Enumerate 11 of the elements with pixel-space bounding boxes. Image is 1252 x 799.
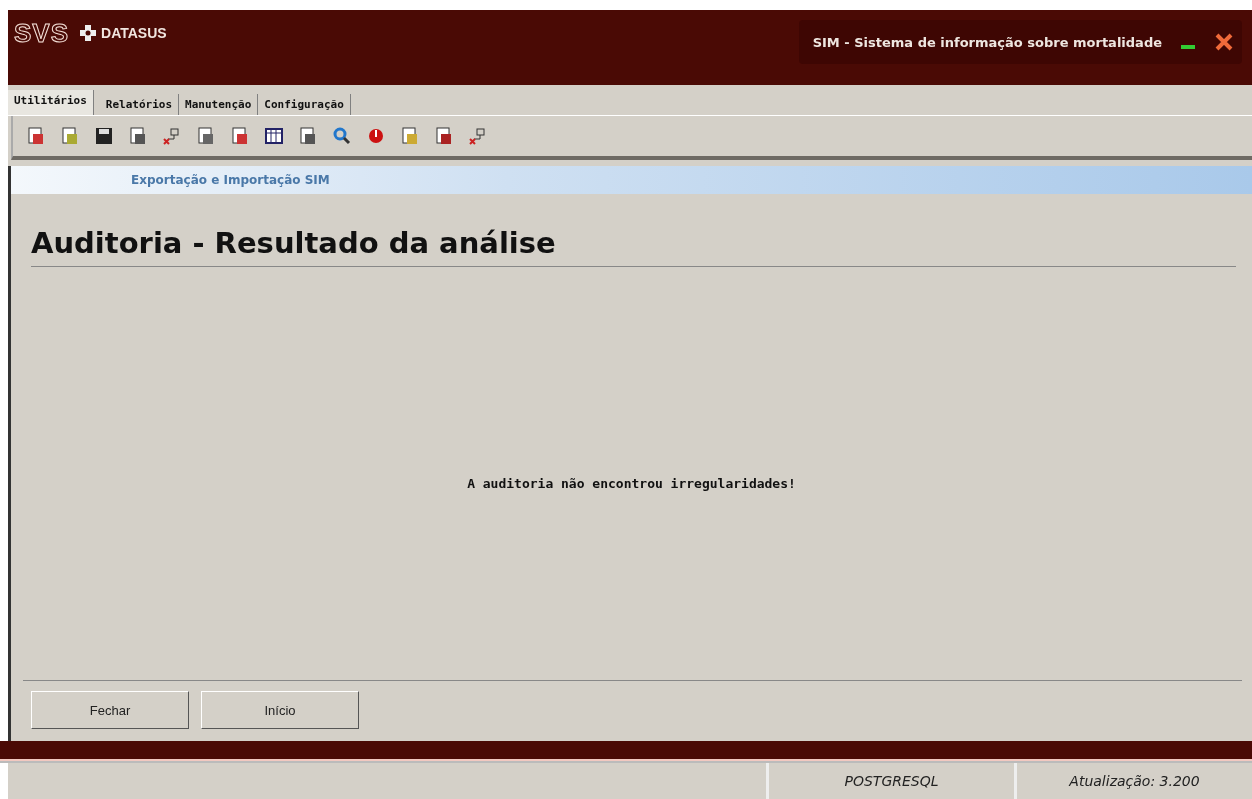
home-button[interactable]: Início xyxy=(201,691,359,729)
window-title: SIM - Sistema de informação sobre mortalidade xyxy=(812,34,1162,50)
page-heading: Auditoria - Resultado da análise xyxy=(31,226,1236,267)
close-button[interactable]: Fechar xyxy=(31,691,189,729)
tab[interactable]: Utilitários xyxy=(8,90,94,115)
brand-name: DATASUS xyxy=(101,25,167,41)
banner-title: Exportação e Importação SIM xyxy=(131,173,330,187)
version-label: Atualização: 3.200 xyxy=(1069,773,1200,789)
result-message: A auditoria não encontrou irregularidades! xyxy=(467,476,796,491)
database-label: POSTGRESQL xyxy=(844,773,939,789)
logo-text: SVS xyxy=(14,18,70,49)
